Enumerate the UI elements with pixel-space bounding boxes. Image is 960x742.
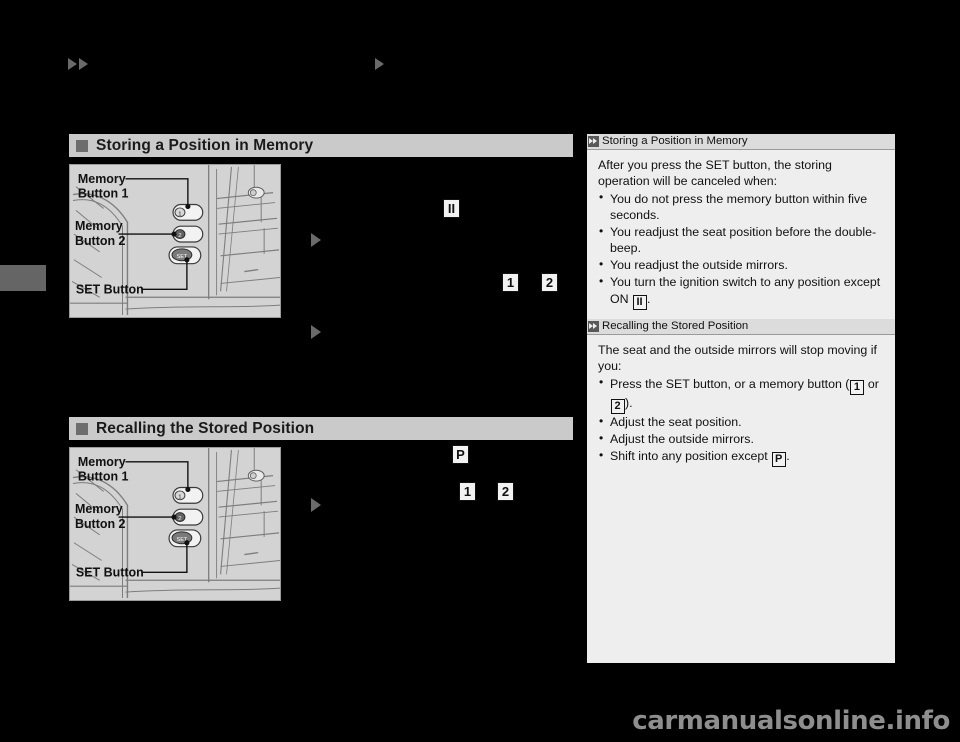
page-edge-tab [0, 265, 46, 291]
list-item: Shift into any position except P. [598, 448, 884, 467]
list-item: You readjust the seat position before th… [598, 224, 884, 257]
step-arrow [311, 498, 321, 512]
illustration-label: Memory [78, 455, 126, 469]
key-memory-1: 1 [849, 379, 864, 395]
illustration-label: SET Button [76, 282, 144, 296]
memory-buttons-illustration: 1 2 SET Memory Button 1 Memory Button 2 … [69, 447, 281, 601]
illustration-label: Button 1 [78, 187, 129, 201]
memory-buttons-illustration: 1 2 SET Memory Button 1 Memory Button 2 … [69, 164, 281, 318]
triangle-right-icon [68, 58, 77, 70]
svg-text:1: 1 [178, 211, 181, 217]
bullet-text: You do not press the memory button withi… [610, 191, 868, 223]
illustration-label: Button 1 [78, 470, 129, 484]
square-bullet-icon [76, 422, 88, 435]
step-arrow [311, 233, 321, 247]
bullet-text: Adjust the seat position. [610, 415, 742, 430]
note-bullet-list: Press the SET button, or a memory button… [598, 375, 884, 467]
illustration-label: Memory [75, 219, 123, 233]
bullet-text-after: . [786, 449, 790, 463]
sidebar-note-body-recalling: The seat and the outside mirrors will st… [587, 335, 895, 467]
key-memory-2: 2 [497, 482, 514, 501]
section-header-recalling: Recalling the Stored Position [69, 417, 573, 440]
section-title: Storing a Position in Memory [96, 136, 314, 154]
step-arrow [311, 325, 321, 339]
note-intro: After you press the SET button, the stor… [598, 158, 832, 189]
top-marker-arrow-mid [375, 58, 384, 70]
svg-text:2: 2 [178, 233, 181, 239]
list-item: You readjust the outside mirrors. [598, 257, 884, 273]
svg-text:1: 1 [178, 494, 181, 500]
illustration-label: Memory [78, 172, 126, 186]
site-watermark: carmanualsonline.info [632, 706, 950, 736]
bullet-text-after: . [647, 291, 651, 306]
list-item: Adjust the outside mirrors. [598, 431, 884, 447]
illustration-label: Button 2 [75, 517, 126, 531]
key-memory-1: 1 [459, 482, 476, 501]
key-memory-1: 1 [502, 273, 519, 292]
bullet-text-after: ). [625, 395, 633, 410]
note-bullet-list: You do not press the memory button withi… [598, 190, 884, 310]
bullet-text-mid: or [864, 376, 879, 391]
square-bullet-icon [76, 139, 88, 152]
sidebar-note-header-storing: Storing a Position in Memory [587, 134, 895, 150]
illustration-label: SET Button [76, 565, 144, 579]
sidebar-note-body-storing: After you press the SET button, the stor… [587, 150, 895, 310]
bullet-text: Press the SET button, or a memory button… [610, 376, 850, 391]
section-title: Recalling the Stored Position [96, 419, 315, 437]
svg-text:2: 2 [178, 516, 181, 522]
sidebar-notes-panel: Storing a Position in Memory After you p… [587, 134, 895, 663]
bullet-text: You readjust the seat position before th… [610, 225, 877, 256]
list-item: Press the SET button, or a memory button… [598, 375, 884, 414]
bullet-text: Adjust the outside mirrors. [610, 432, 754, 447]
sidebar-note-title: Recalling the Stored Position [602, 319, 749, 332]
key-ignition-on: II [632, 294, 647, 310]
sidebar-note-title: Storing a Position in Memory [602, 134, 748, 147]
top-marker-arrows [68, 58, 88, 70]
double-chevron-right-icon [588, 136, 599, 147]
illustration-label: Memory [75, 502, 123, 516]
key-ignition-on: II [443, 199, 460, 218]
bullet-text: Shift into any position except [610, 449, 772, 463]
section-header-storing: Storing a Position in Memory [69, 134, 573, 157]
triangle-right-icon [375, 58, 384, 70]
double-chevron-right-icon [588, 321, 599, 332]
illustration-label: Button 2 [75, 234, 126, 248]
key-memory-2: 2 [610, 398, 625, 414]
list-item: You turn the ignition switch to any posi… [598, 274, 884, 310]
sidebar-note-header-recalling: Recalling the Stored Position [587, 319, 895, 335]
bullet-text: You turn the ignition switch to any posi… [610, 275, 881, 306]
key-shift-park: P [771, 452, 786, 467]
triangle-right-icon [79, 58, 88, 70]
bullet-text: You readjust the outside mirrors. [610, 258, 788, 273]
note-intro: The seat and the outside mirrors will st… [598, 343, 877, 374]
list-item: Adjust the seat position. [598, 414, 884, 430]
list-item: You do not press the memory button withi… [598, 190, 884, 224]
sidebar-note-gap [587, 310, 895, 319]
key-shift-park: P [452, 445, 469, 464]
key-memory-2: 2 [541, 273, 558, 292]
